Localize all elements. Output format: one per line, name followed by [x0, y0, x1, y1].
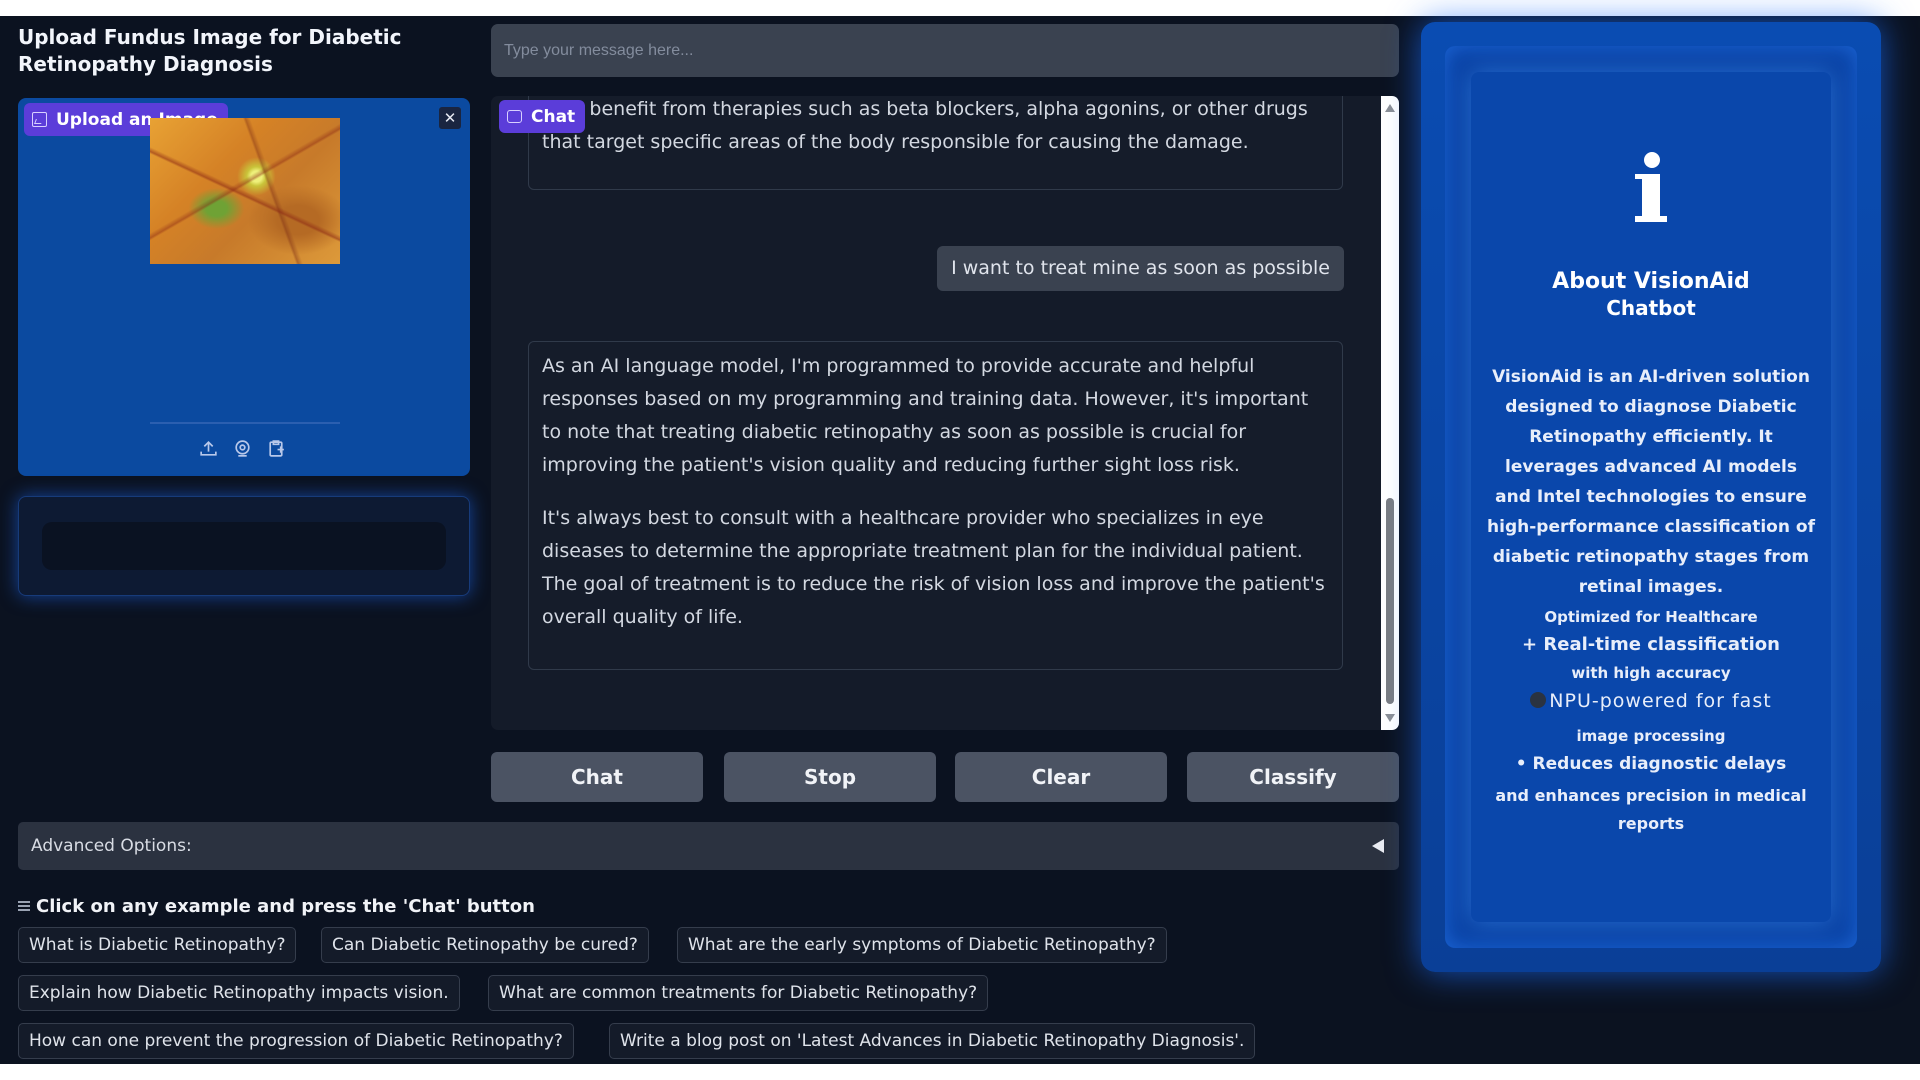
feature-delays-sub: and enhances precision in medical report…	[1495, 786, 1807, 833]
feature-realtime-sub: with high accuracy	[1571, 664, 1731, 682]
about-card: About VisionAid Chatbot VisionAid is an …	[1471, 72, 1831, 922]
example-chip[interactable]: Write a blog post on 'Latest Advances in…	[609, 1023, 1256, 1059]
list-icon	[18, 901, 30, 912]
image-upload-panel[interactable]: Upload an Image ✕	[18, 98, 470, 476]
feature-npu-text: NPU-powered for fast	[1549, 690, 1772, 712]
remove-image-button[interactable]: ✕	[439, 107, 461, 129]
optimized-label: Optimized for Healthcare	[1544, 608, 1758, 626]
upload-divider	[150, 422, 340, 424]
upload-toolbar	[198, 438, 287, 459]
image-icon	[32, 112, 47, 127]
classify-button[interactable]: Classify	[1187, 752, 1399, 802]
message-input[interactable]	[491, 24, 1399, 77]
user-message: I want to treat mine as soon as possible	[937, 246, 1344, 291]
message-paragraph: It's always best to consult with a healt…	[542, 507, 1325, 628]
scroll-up-arrow-icon[interactable]	[1385, 104, 1395, 112]
scroll-thumb[interactable]	[1386, 498, 1394, 704]
result-textbox[interactable]	[42, 522, 446, 570]
stop-button[interactable]: Stop	[724, 752, 936, 802]
scroll-down-arrow-icon[interactable]	[1385, 714, 1395, 722]
message-paragraph: As an AI language model, I'm programmed …	[542, 355, 1309, 476]
example-chip[interactable]: What are common treatments for Diabetic …	[488, 975, 989, 1011]
assistant-message: As an AI language model, I'm programmed …	[528, 341, 1343, 670]
collapse-arrow-icon[interactable]	[1372, 839, 1384, 853]
chat-scrollbar[interactable]	[1381, 96, 1399, 730]
chat-badge-label: Chat	[531, 106, 576, 127]
feature-npu-sub: image processing	[1576, 727, 1726, 745]
about-title: About VisionAid Chatbot	[1471, 268, 1831, 322]
message-paragraph: may benefit from therapies such as beta …	[542, 98, 1308, 153]
example-chip[interactable]: Explain how Diabetic Retinopathy impacts…	[18, 975, 460, 1011]
assistant-message: may benefit from therapies such as beta …	[528, 96, 1343, 190]
webcam-icon[interactable]	[232, 438, 253, 459]
feature-delays: • Reduces diagnostic delays	[1515, 754, 1787, 774]
examples-heading-text: Click on any example and press the 'Chat…	[36, 896, 535, 917]
example-chip[interactable]: What are the early symptoms of Diabetic …	[677, 927, 1167, 963]
about-panel: About VisionAid Chatbot VisionAid is an …	[1421, 22, 1881, 972]
about-panel-frame: About VisionAid Chatbot VisionAid is an …	[1445, 46, 1857, 948]
examples-heading: Click on any example and press the 'Chat…	[18, 896, 535, 917]
fundus-image	[150, 118, 340, 264]
example-chip[interactable]: What is Diabetic Retinopathy?	[18, 927, 297, 963]
chat-button[interactable]: Chat	[491, 752, 703, 802]
about-description: VisionAid is an AI-driven solution desig…	[1487, 367, 1815, 597]
clipboard-icon[interactable]	[266, 438, 287, 459]
about-title-sub: Chatbot	[1606, 296, 1696, 320]
chatbot-panel: Chat may benefit from therapies such as …	[491, 96, 1399, 730]
app-window: Upload Fundus Image for Diabetic Retinop…	[0, 16, 1920, 1064]
feature-npu: NPU-powered for fast	[1471, 690, 1831, 712]
example-chip[interactable]: How can one prevent the progression of D…	[18, 1023, 574, 1059]
info-icon	[1635, 152, 1667, 228]
chat-badge: Chat	[499, 100, 586, 133]
feature-realtime: + Real-time classification	[1522, 634, 1780, 655]
clear-button[interactable]: Clear	[955, 752, 1167, 802]
result-output-panel	[18, 496, 470, 596]
upload-title: Upload Fundus Image for Diabetic Retinop…	[18, 25, 402, 76]
bullet-dot-icon	[1530, 692, 1547, 708]
upload-icon[interactable]	[198, 438, 219, 459]
advanced-options-label: Advanced Options:	[31, 836, 192, 856]
about-title-main: About VisionAid	[1552, 269, 1750, 294]
advanced-options-accordion[interactable]: Advanced Options:	[18, 822, 1399, 870]
example-chip[interactable]: Can Diabetic Retinopathy be cured?	[321, 927, 649, 963]
chat-bubble-icon	[507, 110, 522, 123]
